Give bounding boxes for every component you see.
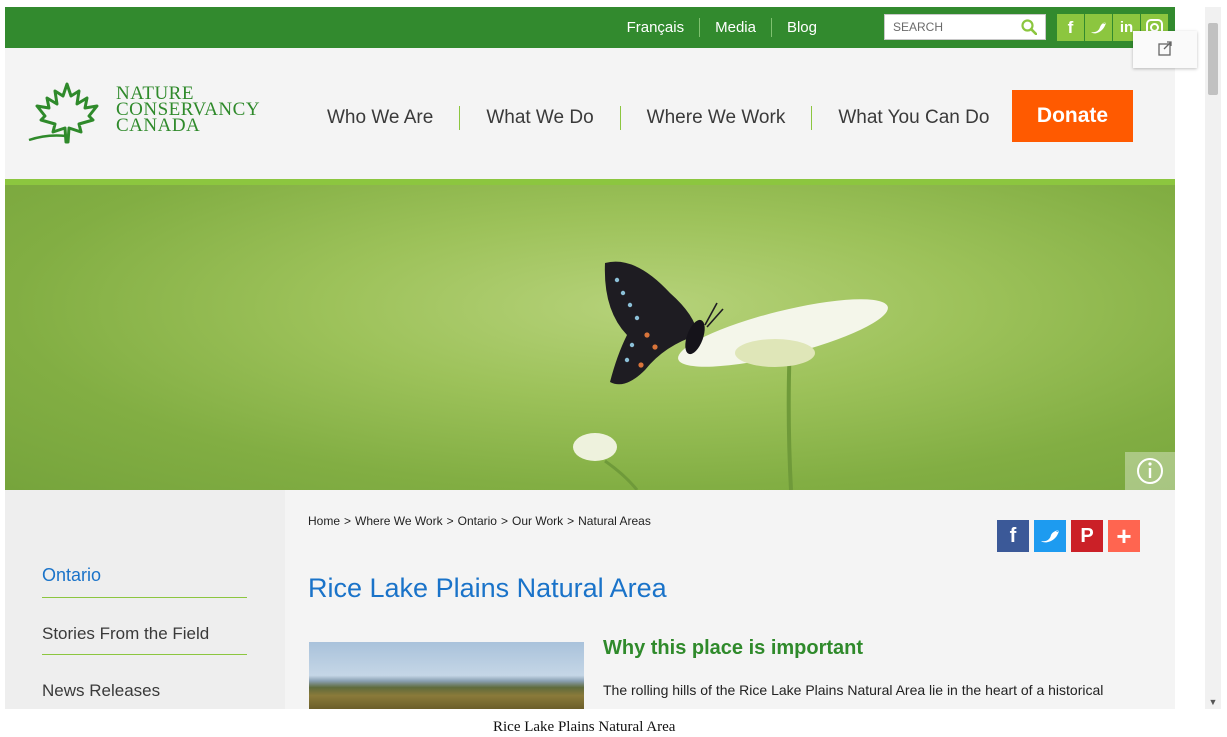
utility-bar: Français Media Blog f in — [5, 7, 1175, 48]
twitter-icon[interactable] — [1034, 520, 1066, 552]
facebook-icon[interactable]: f — [1057, 14, 1084, 41]
breadcrumb-natural-areas[interactable]: Natural Areas — [578, 514, 651, 528]
donate-button[interactable]: Donate — [1012, 90, 1133, 142]
scroll-down-arrow-icon[interactable]: ▼ — [1208, 697, 1218, 707]
search-box — [884, 14, 1046, 40]
utility-links: Français Media Blog — [612, 18, 832, 37]
scrollbar[interactable]: ▼ — [1205, 7, 1221, 709]
external-link-icon — [1158, 41, 1172, 56]
hero-image — [5, 185, 1175, 490]
breadcrumb-separator: > — [344, 514, 352, 528]
breadcrumb-ontario[interactable]: Ontario — [458, 514, 497, 528]
logo-wordmark: NATURE CONSERVANCY CANADA — [116, 84, 260, 136]
maple-leaf-icon — [28, 82, 99, 144]
divider — [42, 597, 247, 598]
blog-link[interactable]: Blog — [770, 18, 832, 37]
sidebar-item-ontario[interactable]: Ontario — [42, 565, 247, 586]
main-nav: Who We Are What We Do Where We Work What… — [306, 106, 1015, 130]
sidebar-item-news[interactable]: News Releases — [42, 681, 247, 701]
page-title: Rice Lake Plains Natural Area — [308, 573, 667, 603]
site-header: NATURE CONSERVANCY CANADA Who We Are Wha… — [5, 48, 1175, 179]
external-link-button[interactable] — [1133, 31, 1197, 68]
intro-paragraph: The rolling hills of the Rice Lake Plain… — [603, 682, 1104, 698]
share-buttons: f P + — [997, 520, 1140, 552]
media-link[interactable]: Media — [699, 18, 771, 37]
pinterest-icon[interactable]: P — [1071, 520, 1103, 552]
breadcrumb-home[interactable]: Home — [308, 514, 340, 528]
nav-where-we-work[interactable]: Where We Work — [619, 106, 812, 130]
nav-what-you-can-do[interactable]: What You Can Do — [811, 106, 1015, 130]
image-info-button[interactable] — [1125, 452, 1175, 490]
language-link[interactable]: Français — [612, 18, 700, 37]
twitter-icon[interactable] — [1085, 14, 1112, 41]
info-icon — [1137, 458, 1163, 484]
breadcrumb: Home > Where We Work > Ontario > Our Work > Natu… — [308, 514, 651, 528]
page-frame: Français Media Blog f in — [5, 7, 1175, 709]
logo-line: CANADA — [116, 115, 201, 136]
area-thumbnail-image — [309, 642, 584, 709]
section-heading: Why this place is important — [603, 637, 864, 659]
butterfly-flower-photo — [573, 261, 888, 490]
scrollbar-thumb[interactable] — [1208, 23, 1218, 95]
plus-icon[interactable]: + — [1108, 520, 1140, 552]
sidebar: Ontario Stories From the Field News Rele… — [5, 490, 285, 709]
sidebar-item-stories[interactable]: Stories From the Field — [42, 624, 247, 644]
breadcrumb-separator: > — [500, 514, 508, 528]
logo[interactable]: NATURE CONSERVANCY CANADA — [27, 82, 287, 146]
breadcrumb-separator: > — [446, 514, 454, 528]
facebook-icon[interactable]: f — [997, 520, 1029, 552]
nav-who-we-are[interactable]: Who We Are — [306, 106, 459, 130]
main-content: Home > Where We Work > Ontario > Our Work > Natu… — [285, 490, 1175, 709]
divider — [42, 654, 247, 655]
nav-what-we-do[interactable]: What We Do — [459, 106, 619, 130]
breadcrumb-separator: > — [567, 514, 575, 528]
image-caption: Rice Lake Plains Natural Area — [493, 719, 676, 735]
search-input[interactable] — [891, 19, 1015, 35]
search-icon[interactable] — [1021, 19, 1037, 35]
breadcrumb-our-work[interactable]: Our Work — [512, 514, 563, 528]
breadcrumb-where-we-work[interactable]: Where We Work — [355, 514, 443, 528]
